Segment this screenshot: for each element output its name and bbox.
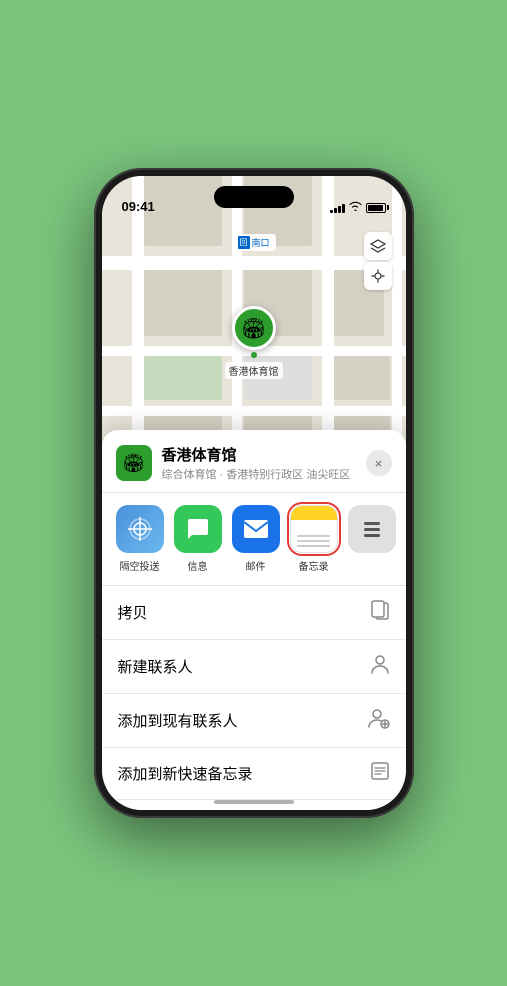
status-icons (330, 201, 386, 214)
pin-label: 香港体育馆 (225, 362, 283, 379)
location-venue-icon: 🏟 (116, 445, 152, 481)
action-new-contact-label: 新建联系人 (118, 656, 193, 677)
location-subtitle: 综合体育馆 · 香港特别行政区 油尖旺区 (162, 466, 356, 482)
action-list: 拷贝 新建联系人 (102, 586, 406, 810)
more-label: 提 (367, 558, 377, 573)
action-quick-note[interactable]: 添加到新快速备忘录 (102, 748, 406, 800)
copy-icon (370, 599, 390, 626)
action-add-contact[interactable]: 添加到现有联系人 (102, 694, 406, 748)
map-label-prefix: 回 (237, 236, 249, 249)
share-item-airdrop[interactable]: 隔空投送 (116, 505, 164, 573)
bottom-sheet: 🏟 香港体育馆 综合体育馆 · 香港特别行政区 油尖旺区 × (102, 430, 406, 810)
close-button[interactable]: × (366, 450, 392, 476)
map-pin: 🏟 香港体育馆 (225, 306, 283, 379)
map-controls (364, 232, 392, 290)
share-item-messages[interactable]: 信息 (174, 505, 222, 573)
action-copy[interactable]: 拷贝 (102, 586, 406, 640)
note-icon (370, 761, 390, 786)
share-item-mail[interactable]: 邮件 (232, 505, 280, 573)
person-add-icon (368, 707, 390, 734)
location-button[interactable] (364, 262, 392, 290)
mail-label: 邮件 (246, 558, 266, 573)
map-layers-button[interactable] (364, 232, 392, 260)
phone-frame: 09:41 (94, 168, 414, 818)
airdrop-label: 隔空投送 (120, 558, 160, 573)
pin-dot (251, 352, 257, 358)
airdrop-icon (116, 505, 164, 553)
messages-label: 信息 (188, 558, 208, 573)
person-icon (370, 653, 390, 680)
share-item-notes[interactable]: 备忘录 (290, 505, 338, 573)
share-row: 隔空投送 信息 (102, 493, 406, 586)
action-copy-label: 拷贝 (118, 602, 148, 623)
stadium-pin-icon: 🏟 (232, 306, 276, 350)
location-header: 🏟 香港体育馆 综合体育馆 · 香港特别行政区 油尖旺区 × (102, 430, 406, 493)
action-add-contact-label: 添加到现有联系人 (118, 710, 238, 731)
status-time: 09:41 (122, 199, 155, 214)
map-label: 回 南口 (231, 234, 275, 251)
action-quick-note-label: 添加到新快速备忘录 (118, 763, 253, 784)
more-icon (348, 505, 396, 553)
action-new-contact[interactable]: 新建联系人 (102, 640, 406, 694)
dynamic-island (214, 186, 294, 208)
location-info: 香港体育馆 综合体育馆 · 香港特别行政区 油尖旺区 (162, 444, 356, 482)
mail-icon (232, 505, 280, 553)
signal-bars-icon (330, 203, 345, 213)
share-item-more[interactable]: 提 (348, 505, 396, 573)
wifi-icon (349, 201, 362, 214)
location-name: 香港体育馆 (162, 444, 356, 465)
home-indicator (214, 800, 294, 804)
phone-screen: 09:41 (102, 176, 406, 810)
messages-icon (174, 505, 222, 553)
battery-icon (366, 203, 386, 213)
notes-label: 备忘录 (299, 558, 329, 573)
notes-icon (290, 505, 338, 553)
